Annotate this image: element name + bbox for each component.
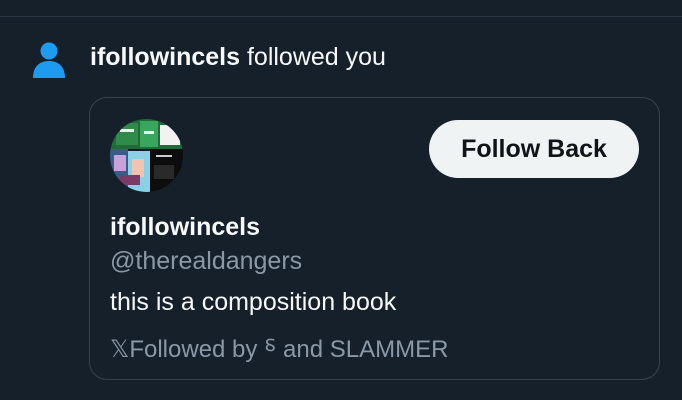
user-bio: this is a composition book <box>110 288 397 316</box>
notification-text: ifollowincels followed you <box>90 42 386 72</box>
person-icon <box>33 42 65 78</box>
user-card[interactable]: Follow Back ifollowincels @therealdanger… <box>89 97 660 380</box>
follow-back-button[interactable]: Follow Back <box>429 120 639 178</box>
divider <box>0 16 682 17</box>
profile-avatar[interactable] <box>110 119 183 192</box>
follow-notification[interactable]: ifollowincels followed you <box>0 38 682 78</box>
notification-action: followed you <box>240 43 386 71</box>
notification-screen: ifollowincels followed you Follow Back i… <box>0 0 682 400</box>
user-handle[interactable]: @therealdangers <box>110 246 302 276</box>
followed-by-text[interactable]: 𝕏Followed by ⸹ and SLAMMER <box>110 335 448 365</box>
notification-username[interactable]: ifollowincels <box>90 43 240 71</box>
avatar-image <box>110 119 183 192</box>
display-name[interactable]: ifollowincels <box>110 212 260 242</box>
